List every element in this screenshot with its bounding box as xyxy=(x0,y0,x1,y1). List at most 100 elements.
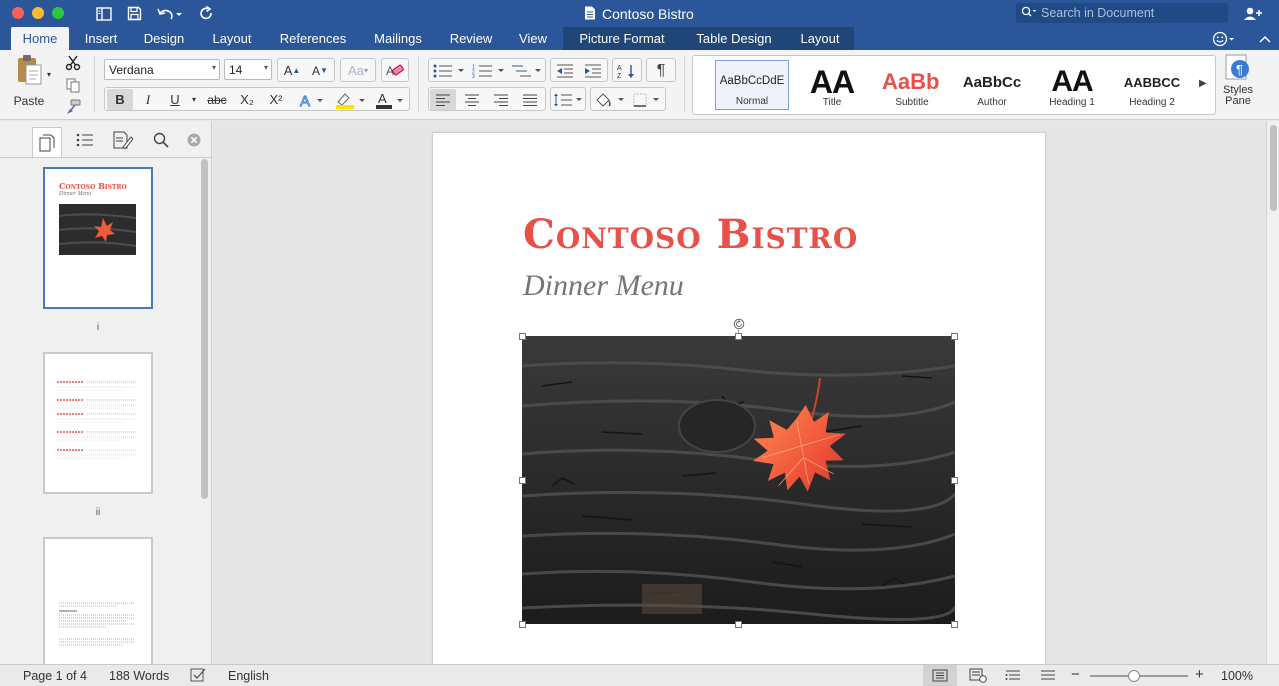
page-thumbnail-3[interactable] xyxy=(43,537,153,664)
line-spacing-icon[interactable] xyxy=(552,89,584,110)
rotate-handle-icon[interactable] xyxy=(733,318,745,330)
paste-options-chevron-icon[interactable]: ▾ xyxy=(44,64,54,85)
superscript-button[interactable]: X² xyxy=(263,89,289,110)
search-box[interactable] xyxy=(1016,3,1228,23)
resize-handle-top-right[interactable] xyxy=(951,333,958,340)
maple-leaf-photo[interactable] xyxy=(522,336,955,624)
resize-handle-bottom[interactable] xyxy=(735,621,742,628)
tab-references[interactable]: References xyxy=(273,27,353,50)
zoom-level[interactable]: 100% xyxy=(1221,669,1253,683)
outline-view-icon[interactable] xyxy=(1005,669,1021,685)
decrease-indent-icon[interactable] xyxy=(552,60,578,81)
italic-button[interactable]: I xyxy=(136,89,160,110)
styles-more-arrow-icon[interactable]: ▶ xyxy=(1199,78,1207,89)
reviewing-tab-icon[interactable] xyxy=(108,127,138,153)
tab-mailings[interactable]: Mailings xyxy=(367,27,429,50)
shrink-font-button[interactable]: A ▼ xyxy=(307,60,333,81)
add-user-icon[interactable] xyxy=(1242,4,1264,23)
search-input[interactable] xyxy=(1041,6,1221,20)
copy-icon[interactable] xyxy=(63,74,83,95)
bullets-button[interactable] xyxy=(430,60,468,81)
font-color-button[interactable]: A xyxy=(372,89,408,110)
sort-icon[interactable]: AZ xyxy=(614,60,640,81)
document-scrollbar-thumb[interactable] xyxy=(1270,125,1277,211)
word-count[interactable]: 188 Words xyxy=(109,669,169,683)
numbering-button[interactable]: 123 xyxy=(470,60,508,81)
format-painter-icon[interactable] xyxy=(63,96,83,117)
align-right-icon[interactable] xyxy=(488,89,514,110)
redo-icon[interactable] xyxy=(196,4,216,23)
styles-pane-button[interactable]: ¶ Styles Pane xyxy=(1219,54,1257,116)
font-size-select[interactable]: 14 ▾ xyxy=(224,59,272,80)
font-name-select[interactable]: Verdana ▾ xyxy=(104,59,220,80)
resize-handle-bottom-right[interactable] xyxy=(951,621,958,628)
sidebar-toggle-icon[interactable] xyxy=(94,4,114,23)
tab-review[interactable]: Review xyxy=(444,27,498,50)
highlight-color-button[interactable] xyxy=(332,89,370,110)
find-tab-search-icon[interactable] xyxy=(146,127,176,153)
minimize-window-button[interactable] xyxy=(32,7,44,19)
navigation-scrollbar[interactable] xyxy=(201,159,208,499)
tab-design[interactable]: Design xyxy=(138,27,190,50)
close-pane-icon[interactable] xyxy=(184,127,204,153)
style-normal[interactable]: AaBbCcDdE Normal xyxy=(715,60,789,110)
underline-options-chevron-icon[interactable]: ▾ xyxy=(188,89,200,110)
multilevel-list-button[interactable] xyxy=(510,60,544,81)
proofing-icon[interactable] xyxy=(190,668,206,685)
close-window-button[interactable] xyxy=(12,7,24,19)
cut-icon[interactable] xyxy=(63,52,83,73)
outline-tab-icon[interactable] xyxy=(70,127,100,153)
resize-handle-top-left[interactable] xyxy=(519,333,526,340)
align-left-icon[interactable] xyxy=(430,89,456,110)
clear-formatting-icon[interactable]: A xyxy=(383,60,407,81)
change-case-button[interactable]: Aa ▾ xyxy=(342,60,374,81)
save-icon[interactable] xyxy=(124,4,144,23)
resize-handle-left[interactable] xyxy=(519,477,526,484)
bold-button[interactable]: B xyxy=(107,89,133,110)
web-layout-icon[interactable] xyxy=(969,668,987,686)
strikethrough-button[interactable]: abc xyxy=(203,89,231,110)
style-subtitle[interactable]: AaBb Subtitle xyxy=(875,60,949,110)
style-heading-1[interactable]: AA Heading 1 xyxy=(1035,60,1109,110)
style-author[interactable]: AaBbCc Author xyxy=(955,60,1029,110)
document-subheading[interactable]: Dinner Menu xyxy=(523,269,684,303)
style-title[interactable]: AA Title xyxy=(795,60,869,110)
subscript-button[interactable]: X₂ xyxy=(234,89,260,110)
text-effects-button[interactable]: A xyxy=(297,89,329,110)
style-heading-2[interactable]: AABBCC Heading 2 xyxy=(1115,60,1189,110)
borders-icon[interactable] xyxy=(630,89,664,110)
smiley-feedback-icon[interactable] xyxy=(1210,27,1240,50)
tab-view[interactable]: View xyxy=(513,27,553,50)
resize-handle-right[interactable] xyxy=(951,477,958,484)
draft-view-icon[interactable] xyxy=(1040,669,1056,685)
grow-font-button[interactable]: A ▲ xyxy=(279,60,305,81)
resize-handle-top[interactable] xyxy=(735,333,742,340)
pilcrow-icon[interactable]: ¶ xyxy=(648,60,674,81)
tab-layout[interactable]: Layout xyxy=(206,27,258,50)
language[interactable]: English xyxy=(228,669,269,683)
document-heading[interactable]: Contoso Bistro xyxy=(523,211,858,258)
maximize-window-button[interactable] xyxy=(52,7,64,19)
tab-insert[interactable]: Insert xyxy=(79,27,123,50)
page-count[interactable]: Page 1 of 4 xyxy=(23,669,87,683)
tab-picture-format[interactable]: Picture Format xyxy=(570,27,674,50)
tab-table-design[interactable]: Table Design xyxy=(688,27,780,50)
align-center-icon[interactable] xyxy=(459,89,485,110)
page-thumbnail-1[interactable]: Contoso Bistro Dinner Menu xyxy=(43,167,153,309)
tab-home[interactable]: Home xyxy=(11,27,69,50)
zoom-in-icon[interactable]: + xyxy=(1195,666,1204,683)
page-thumbnail-label: i xyxy=(96,322,100,333)
resize-handle-bottom-left[interactable] xyxy=(519,621,526,628)
zoom-slider-thumb[interactable] xyxy=(1128,670,1141,682)
increase-indent-icon[interactable] xyxy=(580,60,606,81)
collapse-ribbon-icon[interactable] xyxy=(1256,27,1274,50)
thumbnails-tab-icon[interactable] xyxy=(32,127,62,157)
underline-button[interactable]: U xyxy=(163,89,187,110)
undo-icon[interactable] xyxy=(155,4,183,23)
page-thumbnail-2[interactable] xyxy=(43,352,153,494)
shading-icon[interactable] xyxy=(592,89,628,110)
zoom-out-icon[interactable]: − xyxy=(1071,666,1080,683)
tab-table-layout[interactable]: Layout xyxy=(794,27,846,50)
print-layout-icon[interactable] xyxy=(923,665,957,686)
justify-icon[interactable] xyxy=(517,89,543,110)
